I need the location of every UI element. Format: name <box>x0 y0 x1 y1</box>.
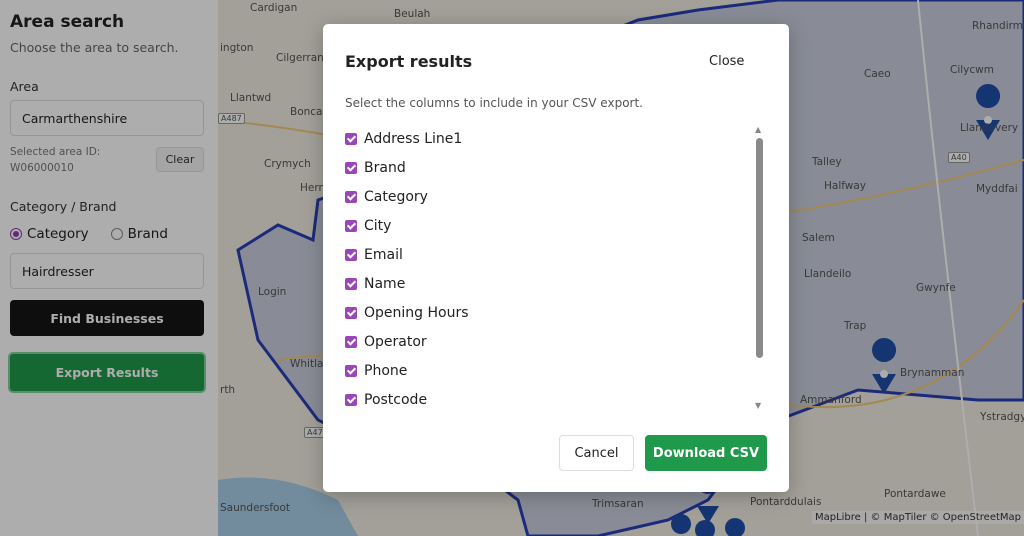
cancel-button[interactable]: Cancel <box>559 435 634 471</box>
checkbox-checked-icon[interactable] <box>345 306 357 319</box>
export-results-dialog: Export results Close Select the columns … <box>323 24 789 492</box>
column-option-label: Postcode <box>364 391 428 408</box>
column-option[interactable]: Opening Hours <box>345 298 745 327</box>
column-option[interactable]: Email <box>345 240 745 269</box>
column-option[interactable]: Phone <box>345 356 745 385</box>
checkbox-checked-icon[interactable] <box>345 161 357 174</box>
column-option[interactable]: Operator <box>345 327 745 356</box>
column-option-label: Address Line1 <box>364 130 463 147</box>
column-option-label: Email <box>364 246 403 263</box>
dialog-title: Export results <box>345 52 473 71</box>
column-option[interactable]: Postcode <box>345 385 745 414</box>
column-option[interactable]: Name <box>345 269 745 298</box>
column-option[interactable]: Brand <box>345 153 745 182</box>
checkbox-checked-icon[interactable] <box>345 393 357 406</box>
close-button[interactable]: Close <box>709 54 744 69</box>
column-option-label: Category <box>364 188 428 205</box>
column-option-label: Name <box>364 275 406 292</box>
scrollbar-thumb[interactable] <box>756 138 763 358</box>
column-checkbox-list: Address Line1 Brand Category City Email … <box>345 124 745 414</box>
column-option-label: Operator <box>364 333 427 350</box>
checkbox-checked-icon[interactable] <box>345 248 357 261</box>
checkbox-checked-icon[interactable] <box>345 132 357 145</box>
checkbox-checked-icon[interactable] <box>345 219 357 232</box>
checkbox-checked-icon[interactable] <box>345 364 357 377</box>
checkbox-checked-icon[interactable] <box>345 277 357 290</box>
column-option[interactable]: City <box>345 211 745 240</box>
checkbox-checked-icon[interactable] <box>345 190 357 203</box>
column-option-label: Brand <box>364 159 406 176</box>
scroll-up-arrow-icon[interactable]: ▲ <box>755 126 763 134</box>
column-option-label: City <box>364 217 392 234</box>
column-option[interactable]: Address Line1 <box>345 124 745 153</box>
dialog-description: Select the columns to include in your CS… <box>345 96 643 110</box>
scroll-down-arrow-icon[interactable]: ▼ <box>755 402 763 410</box>
column-option[interactable]: Category <box>345 182 745 211</box>
column-option-label: Phone <box>364 362 408 379</box>
download-csv-button[interactable]: Download CSV <box>645 435 767 471</box>
column-option-label: Opening Hours <box>364 304 469 321</box>
checkbox-checked-icon[interactable] <box>345 335 357 348</box>
